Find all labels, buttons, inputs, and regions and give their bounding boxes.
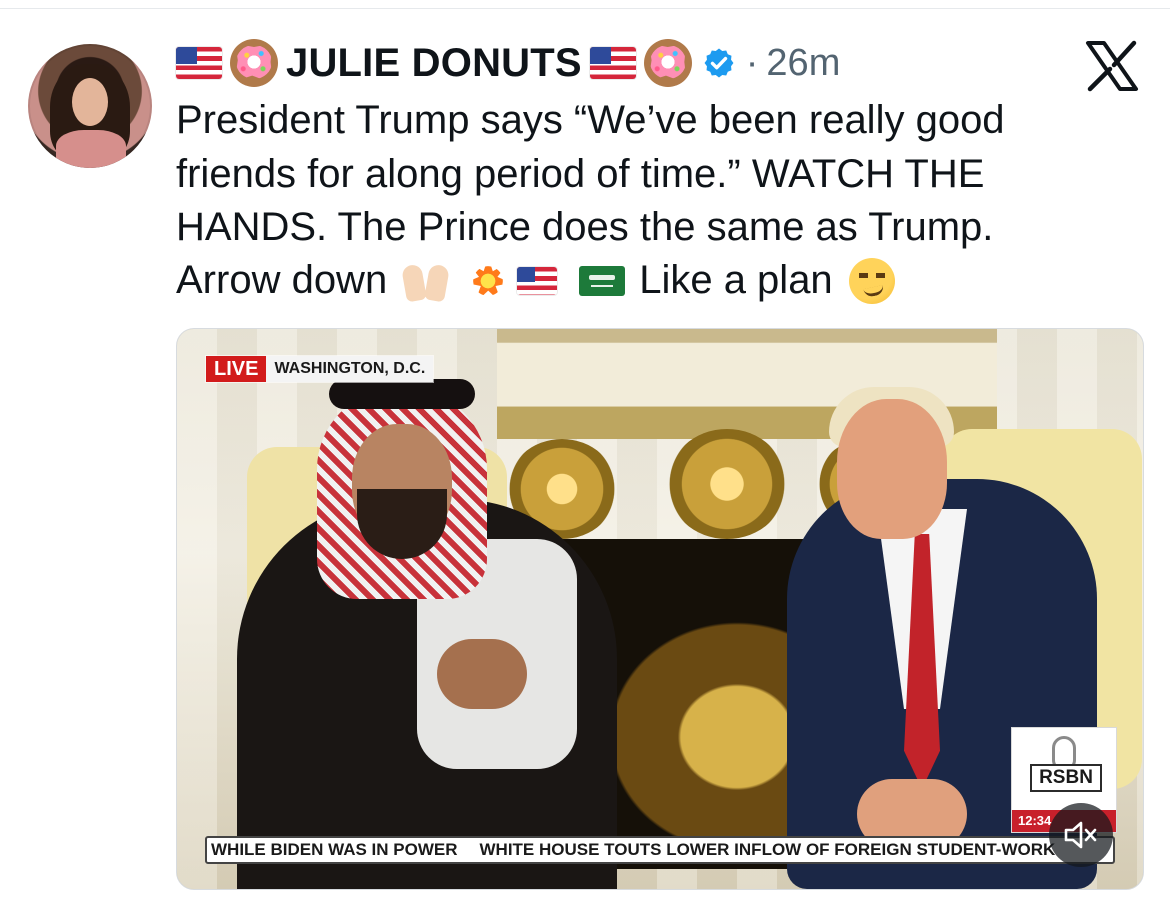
tweet-text-like-a-plan: Like a plan [639, 258, 833, 302]
tweet-text: President Trump says “We’ve been really … [176, 98, 1005, 249]
smirking-face-icon [848, 257, 895, 304]
network-logo-text: RSBN [1030, 764, 1102, 792]
location-label: WASHINGTON, D.C. [266, 356, 434, 382]
author-name[interactable]: JULIE DONUTS [286, 41, 582, 86]
collision-icon [465, 257, 512, 304]
flag-us-icon [589, 47, 636, 79]
separator-dot: · [745, 41, 759, 84]
video-player[interactable]: LIVE WASHINGTON, D.C. RSBN 12:34 WHILE B… [176, 328, 1144, 890]
ticker-right: WHITE HOUSE TOUTS LOWER INFLOW OF FOREIG… [479, 840, 1056, 859]
donut-icon [230, 39, 278, 87]
timestamp[interactable]: 26m [766, 42, 840, 85]
avatar[interactable] [28, 44, 152, 168]
tweet-header: JULIE DONUTS · 26m [176, 38, 840, 88]
top-divider [0, 0, 1170, 9]
live-label: LIVE [206, 356, 267, 382]
x-logo-icon[interactable] [1084, 40, 1140, 92]
muted-speaker-icon [1064, 821, 1097, 849]
flag-us-icon [176, 47, 222, 79]
tweet-text-arrow-down: Arrow down [176, 258, 388, 302]
flag-saudi-icon [579, 265, 626, 296]
flag-us-icon [517, 266, 558, 295]
tweet-text-last-line: Arrow down Like a plan [176, 254, 895, 307]
donut-icon [643, 39, 692, 87]
mute-button[interactable] [1049, 803, 1113, 867]
gold-ornament [667, 429, 787, 539]
verified-badge-icon [704, 48, 734, 78]
live-badge: LIVE WASHINGTON, D.C. [205, 355, 435, 383]
raised-hands-icon [401, 259, 451, 303]
news-ticker: WHILE BIDEN WAS IN POWER WHITE HOUSE TOU… [205, 836, 1115, 864]
ticker-left: WHILE BIDEN WAS IN POWER [211, 840, 458, 859]
